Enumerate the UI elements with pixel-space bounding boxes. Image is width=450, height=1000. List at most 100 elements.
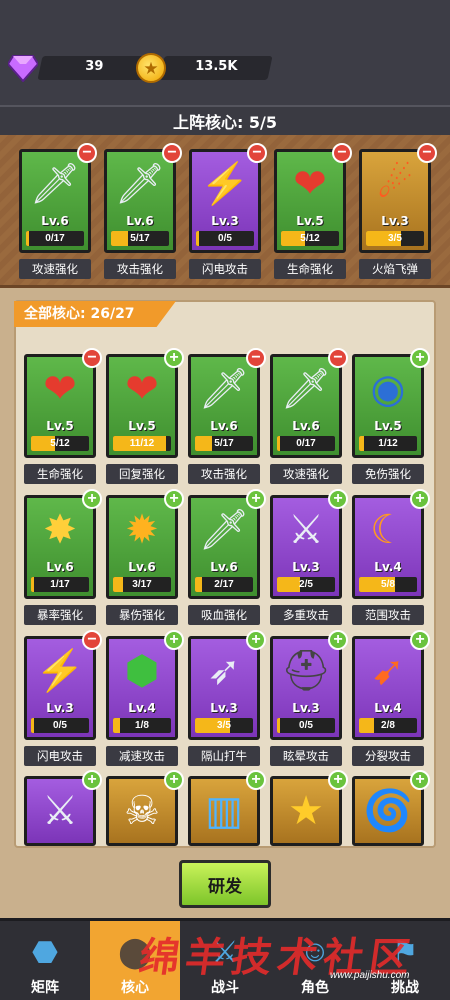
matrix-icon: ⬣ [31, 935, 59, 969]
add-badge-icon[interactable]: + [410, 770, 430, 790]
progress-text: 5/17 [214, 438, 234, 449]
card-name: 攻速强化 [19, 259, 91, 279]
add-badge-icon[interactable]: + [410, 348, 430, 368]
progress-text: 2/8 [381, 720, 395, 731]
coin-up-icon: ★ [288, 789, 324, 833]
core-card[interactable]: ⬢ Lv.4 1/8 [106, 636, 178, 740]
add-badge-icon[interactable]: + [246, 630, 266, 650]
card-name: 吸血强化 [188, 605, 260, 625]
scythe-sword-icon: 🗡 [29, 162, 81, 206]
deployed-core-card[interactable]: ☄ Lv.3 3/5 [359, 149, 431, 253]
progress-bar: 2/5 [277, 577, 335, 592]
core-card[interactable]: ✹ Lv.6 3/17 [106, 495, 178, 599]
remove-badge-icon[interactable]: − [328, 348, 348, 368]
progress-text: 0/5 [218, 233, 232, 244]
remove-badge-icon[interactable]: − [246, 348, 266, 368]
progress-bar: 0/17 [26, 231, 84, 246]
card-name: 火焰飞弹 [359, 259, 431, 279]
sword-icon: 🗡 [114, 162, 166, 206]
add-badge-icon[interactable]: + [410, 489, 430, 509]
card-name: 眩晕攻击 [270, 746, 342, 766]
progress-bar: 11/12 [113, 436, 171, 451]
core-card[interactable]: ❤ Lv.5 11/12 [106, 354, 178, 458]
progress-bar: 0/17 [277, 436, 335, 451]
card-name: 闪电攻击 [189, 259, 261, 279]
core-card[interactable]: ⛑ Lv.3 0/5 [270, 636, 342, 740]
research-button[interactable]: 研发 [179, 860, 271, 908]
deployed-core-card[interactable]: 🗡 Lv.6 5/17 [104, 149, 176, 253]
add-badge-icon[interactable]: + [328, 770, 348, 790]
remove-badge-icon[interactable]: − [77, 143, 97, 163]
progress-text: 1/12 [378, 438, 398, 449]
gem-count: 39 [85, 59, 104, 74]
core-card[interactable]: ➶ Lv.3 3/5 [188, 636, 260, 740]
card-name: 回复强化 [106, 464, 178, 484]
progress-text: 0/5 [299, 720, 313, 731]
card-name: 隔山打牛 [188, 746, 260, 766]
card-level: Lv.3 [46, 701, 74, 715]
progress-bar: 5/12 [281, 231, 339, 246]
remove-badge-icon[interactable]: − [82, 630, 102, 650]
deployed-core-card[interactable]: 🗡 Lv.6 0/17 [19, 149, 91, 253]
add-badge-icon[interactable]: + [164, 489, 184, 509]
remove-badge-icon[interactable]: − [82, 348, 102, 368]
progress-bar: 3/5 [195, 718, 253, 733]
sword-icon: 🗡 [198, 367, 250, 411]
card-level: Lv.6 [210, 560, 238, 574]
deployed-core-card[interactable]: ❤ Lv.5 5/12 [274, 149, 346, 253]
add-badge-icon[interactable]: + [164, 348, 184, 368]
core-card[interactable]: ✸ Lv.6 1/17 [24, 495, 96, 599]
nav-tab-matrix[interactable]: ⬣ 矩阵 [0, 921, 90, 1000]
core-card[interactable]: 🗡 Lv.6 0/17 [270, 354, 342, 458]
progress-text: 2/17 [214, 579, 234, 590]
card-name: 暴伤强化 [106, 605, 178, 625]
heart-icon: ❤ [293, 162, 327, 206]
add-badge-icon[interactable]: + [82, 770, 102, 790]
core-card[interactable]: ⚔ Lv.3 2/5 [270, 495, 342, 599]
remove-badge-icon[interactable]: − [332, 143, 352, 163]
card-name: 减速攻击 [106, 746, 178, 766]
card-name: 分裂攻击 [352, 746, 424, 766]
progress-text: 0/17 [45, 233, 65, 244]
core-card[interactable]: ☾ Lv.4 5/8 [352, 495, 424, 599]
burst-up-icon: ✹ [125, 508, 159, 552]
card-name: 暴率强化 [24, 605, 96, 625]
lightning-bow-icon: ⚡ [200, 162, 250, 206]
progress-bar: 5/17 [111, 231, 169, 246]
deploy-header: 上阵核心: 5/5 [0, 105, 450, 135]
add-badge-icon[interactable]: + [246, 770, 266, 790]
add-badge-icon[interactable]: + [164, 630, 184, 650]
card-level: Lv.4 [374, 560, 402, 574]
progress-bar: 0/5 [196, 231, 254, 246]
core-card[interactable]: ⚡ Lv.3 0/5 [24, 636, 96, 740]
core-card[interactable]: 🗡 Lv.6 2/17 [188, 495, 260, 599]
card-level: Lv.6 [292, 419, 320, 433]
card-level: Lv.4 [128, 701, 156, 715]
progress-text: 2/5 [299, 579, 313, 590]
add-badge-icon[interactable]: + [164, 770, 184, 790]
card-level: Lv.6 [46, 560, 74, 574]
add-badge-icon[interactable]: + [328, 489, 348, 509]
card-name: 生命强化 [24, 464, 96, 484]
turtle-icon: ⬢ [124, 649, 160, 693]
progress-text: 5/12 [50, 438, 70, 449]
core-card[interactable]: ➹ Lv.4 2/8 [352, 636, 424, 740]
add-badge-icon[interactable]: + [328, 630, 348, 650]
add-badge-icon[interactable]: + [246, 489, 266, 509]
card-level: Lv.5 [128, 419, 156, 433]
remove-badge-icon[interactable]: − [417, 143, 437, 163]
card-level: Lv.6 [126, 214, 154, 228]
canister-icon: ▥ [205, 789, 243, 833]
card-name: 免伤强化 [352, 464, 424, 484]
core-card[interactable]: ◉ Lv.5 1/12 [352, 354, 424, 458]
card-name: 多重攻击 [270, 605, 342, 625]
core-card[interactable]: ❤ Lv.5 5/12 [24, 354, 96, 458]
core-card[interactable]: 🗡 Lv.6 5/17 [188, 354, 260, 458]
remove-badge-icon[interactable]: − [162, 143, 182, 163]
coin-counter: 13.5K [159, 56, 273, 80]
remove-badge-icon[interactable]: − [247, 143, 267, 163]
double-sword-icon: ⚔ [42, 789, 78, 833]
add-badge-icon[interactable]: + [82, 489, 102, 509]
deployed-core-card[interactable]: ⚡ Lv.3 0/5 [189, 149, 261, 253]
add-badge-icon[interactable]: + [410, 630, 430, 650]
